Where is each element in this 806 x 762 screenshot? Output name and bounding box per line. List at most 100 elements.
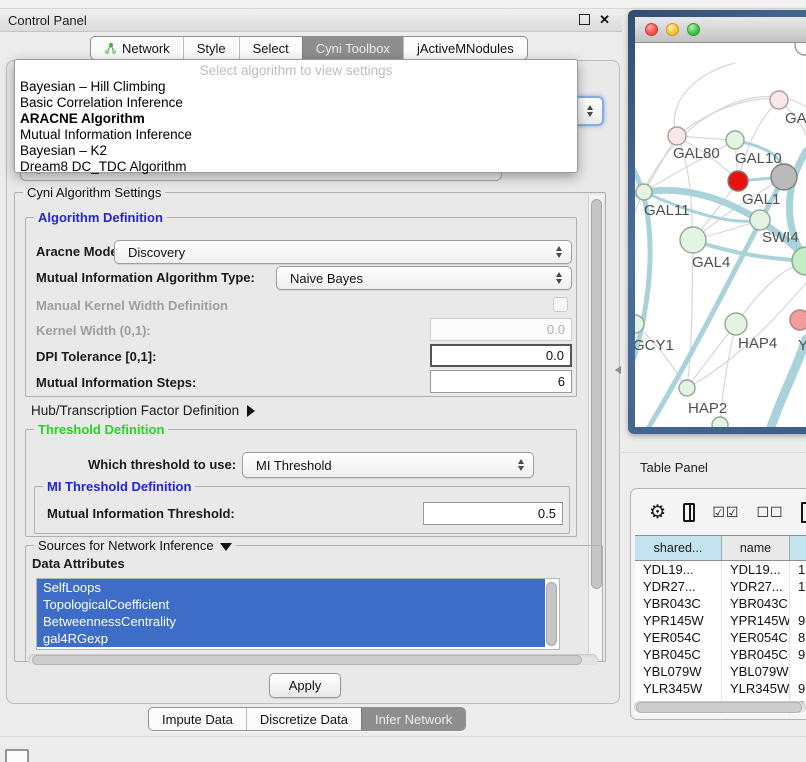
panel-splitter-arrow[interactable]: [615, 366, 621, 374]
group-title: Threshold Definition: [34, 422, 168, 437]
tab-infer-network[interactable]: Infer Network: [361, 708, 465, 730]
table-row[interactable]: YBR043CYBR043C: [635, 595, 806, 612]
node-table: shared... name A YDL19...YDL19...13YDR27…: [635, 535, 806, 714]
data-attributes-label: Data Attributes: [32, 556, 125, 571]
network-node[interactable]: [770, 91, 788, 109]
table-cell: YLR345W: [635, 680, 722, 697]
network-node[interactable]: [792, 247, 806, 275]
table-cell: YDL19...: [635, 561, 722, 578]
network-node[interactable]: [750, 210, 770, 230]
column-header[interactable]: A: [790, 536, 806, 560]
network-node[interactable]: [680, 227, 706, 253]
mi-threshold-field[interactable]: 0.5: [423, 502, 563, 525]
close-traffic-light[interactable]: [645, 23, 658, 36]
network-node[interactable]: [679, 380, 695, 396]
network-node[interactable]: [725, 313, 747, 335]
table-hscrollbar[interactable]: [634, 701, 806, 713]
table-row[interactable]: YER054CYER054C8.: [635, 629, 806, 646]
algorithm-popup: Select algorithm to view settings Bayesi…: [14, 59, 578, 173]
popup-item-selected[interactable]: ARACNE Algorithm: [15, 111, 577, 127]
minimized-panel-icon[interactable]: [5, 749, 29, 762]
list-item[interactable]: SelfLoops: [37, 579, 545, 596]
minimize-traffic-light[interactable]: [666, 23, 679, 36]
sources-hscrollbar[interactable]: [28, 654, 598, 665]
table-row[interactable]: YBR045CYBR045C9.: [635, 646, 806, 663]
kernel-width-field[interactable]: 0.0: [430, 318, 572, 341]
list-item[interactable]: TopologicalCoefficient: [37, 596, 545, 613]
zoom-traffic-light[interactable]: [687, 23, 700, 36]
popup-item[interactable]: Bayesian – K2: [15, 143, 577, 159]
close-icon[interactable]: ✕: [599, 13, 610, 26]
dpi-tolerance-field[interactable]: 0.0: [430, 344, 572, 367]
maximize-icon[interactable]: [579, 14, 590, 25]
tab-jactivemnodules[interactable]: jActiveMNodules: [403, 37, 527, 59]
tab-network[interactable]: Network: [91, 37, 183, 59]
network-node-label: SWI4: [762, 229, 799, 246]
apply-button[interactable]: Apply: [269, 673, 341, 698]
network-node-label: HAP2: [688, 400, 727, 417]
column-header[interactable]: name: [722, 536, 790, 560]
popup-item[interactable]: Dream8 DC_TDC Algorithm: [15, 159, 577, 175]
select-all-icon[interactable]: ☑☑: [712, 504, 739, 521]
table-panel: ⚙ ☑☑ ☐☐ shared... name A YDL19...YDL19..…: [630, 488, 806, 720]
mi-type-combo[interactable]: Naive Bayes: [276, 266, 572, 290]
group-title[interactable]: Sources for Network Inference: [34, 538, 236, 553]
tab-select[interactable]: Select: [239, 37, 302, 59]
network-node[interactable]: [668, 127, 686, 145]
threshold-definition-group: Threshold Definition Which threshold to …: [25, 429, 577, 537]
table-toolbar: ⚙ ☑☑ ☐☐: [631, 489, 806, 535]
table-cell: [790, 595, 806, 612]
popup-item[interactable]: Mutual Information Inference: [15, 127, 577, 143]
popup-placeholder: Select algorithm to view settings: [15, 62, 577, 79]
sources-hscrollbar-thumb[interactable]: [32, 655, 582, 665]
popup-item[interactable]: Bayesian – Hill Climbing: [15, 79, 577, 95]
table-cell: 13: [790, 561, 806, 578]
network-node[interactable]: [636, 184, 652, 200]
list-item[interactable]: BetweennessCentrality: [37, 613, 545, 630]
document-icon[interactable]: [801, 502, 806, 523]
network-canvas[interactable]: GALGAL80GAL10GAL1GAL11SWI4GAL4GCY1HAP4YH…: [635, 43, 806, 427]
table-row[interactable]: YDL19...YDL19...13: [635, 561, 806, 578]
network-node[interactable]: [728, 171, 748, 191]
network-node[interactable]: [712, 417, 728, 427]
popup-item[interactable]: Basic Correlation Inference: [15, 95, 577, 111]
table-cell: YDR27...: [722, 578, 790, 595]
aracne-mode-label: Aracne Mode:: [36, 244, 122, 259]
table-row[interactable]: YLR345WYLR345W9.: [635, 680, 806, 697]
table-cell: YPR145W: [635, 612, 722, 629]
tab-impute-data[interactable]: Impute Data: [149, 708, 246, 730]
network-node[interactable]: [795, 43, 806, 55]
spinner-arrows-icon: [587, 105, 593, 117]
network-node-label: HAP4: [738, 335, 777, 352]
kernel-width-label: Kernel Width (0,1):: [36, 323, 151, 338]
network-node[interactable]: [790, 310, 806, 330]
hub-definition-toggle[interactable]: Hub/Transcription Factor Definition: [31, 403, 255, 418]
deselect-all-icon[interactable]: ☐☐: [756, 504, 783, 521]
tab-style[interactable]: Style: [183, 37, 239, 59]
mi-steps-field[interactable]: 6: [430, 370, 572, 393]
aracne-mode-combo[interactable]: Discovery: [114, 240, 572, 264]
mi-steps-label: Mutual Information Steps:: [36, 375, 196, 390]
manual-kernel-checkbox[interactable]: [553, 297, 568, 312]
network-node[interactable]: [771, 164, 797, 190]
network-window-titlebar[interactable]: [635, 17, 806, 43]
table-hscrollbar-thumb[interactable]: [636, 702, 802, 713]
which-threshold-combo[interactable]: MI Threshold: [242, 452, 534, 478]
spinner-arrows-icon: [556, 272, 562, 284]
list-item[interactable]: gal4RGexp: [37, 630, 545, 647]
table-panel-title: Table Panel: [640, 460, 708, 475]
table-row[interactable]: YDR27...YDR27...12: [635, 578, 806, 595]
network-icon: [104, 42, 117, 55]
table-row[interactable]: YPR145WYPR145W9.: [635, 612, 806, 629]
tab-discretize-data[interactable]: Discretize Data: [246, 708, 361, 730]
table-row[interactable]: YBL079WYBL079W: [635, 663, 806, 680]
gear-icon[interactable]: ⚙: [649, 503, 666, 522]
network-node[interactable]: [726, 131, 744, 149]
column-header[interactable]: shared...: [635, 536, 722, 560]
settings-scrollbar-thumb[interactable]: [591, 199, 602, 589]
tab-cyni-toolbox[interactable]: Cyni Toolbox: [302, 37, 403, 59]
list-scrollbar-thumb[interactable]: [546, 582, 557, 646]
mi-threshold-label: Mutual Information Threshold:: [47, 506, 235, 521]
column-browser-icon[interactable]: [683, 503, 695, 522]
table-cell: YPR145W: [722, 612, 790, 629]
